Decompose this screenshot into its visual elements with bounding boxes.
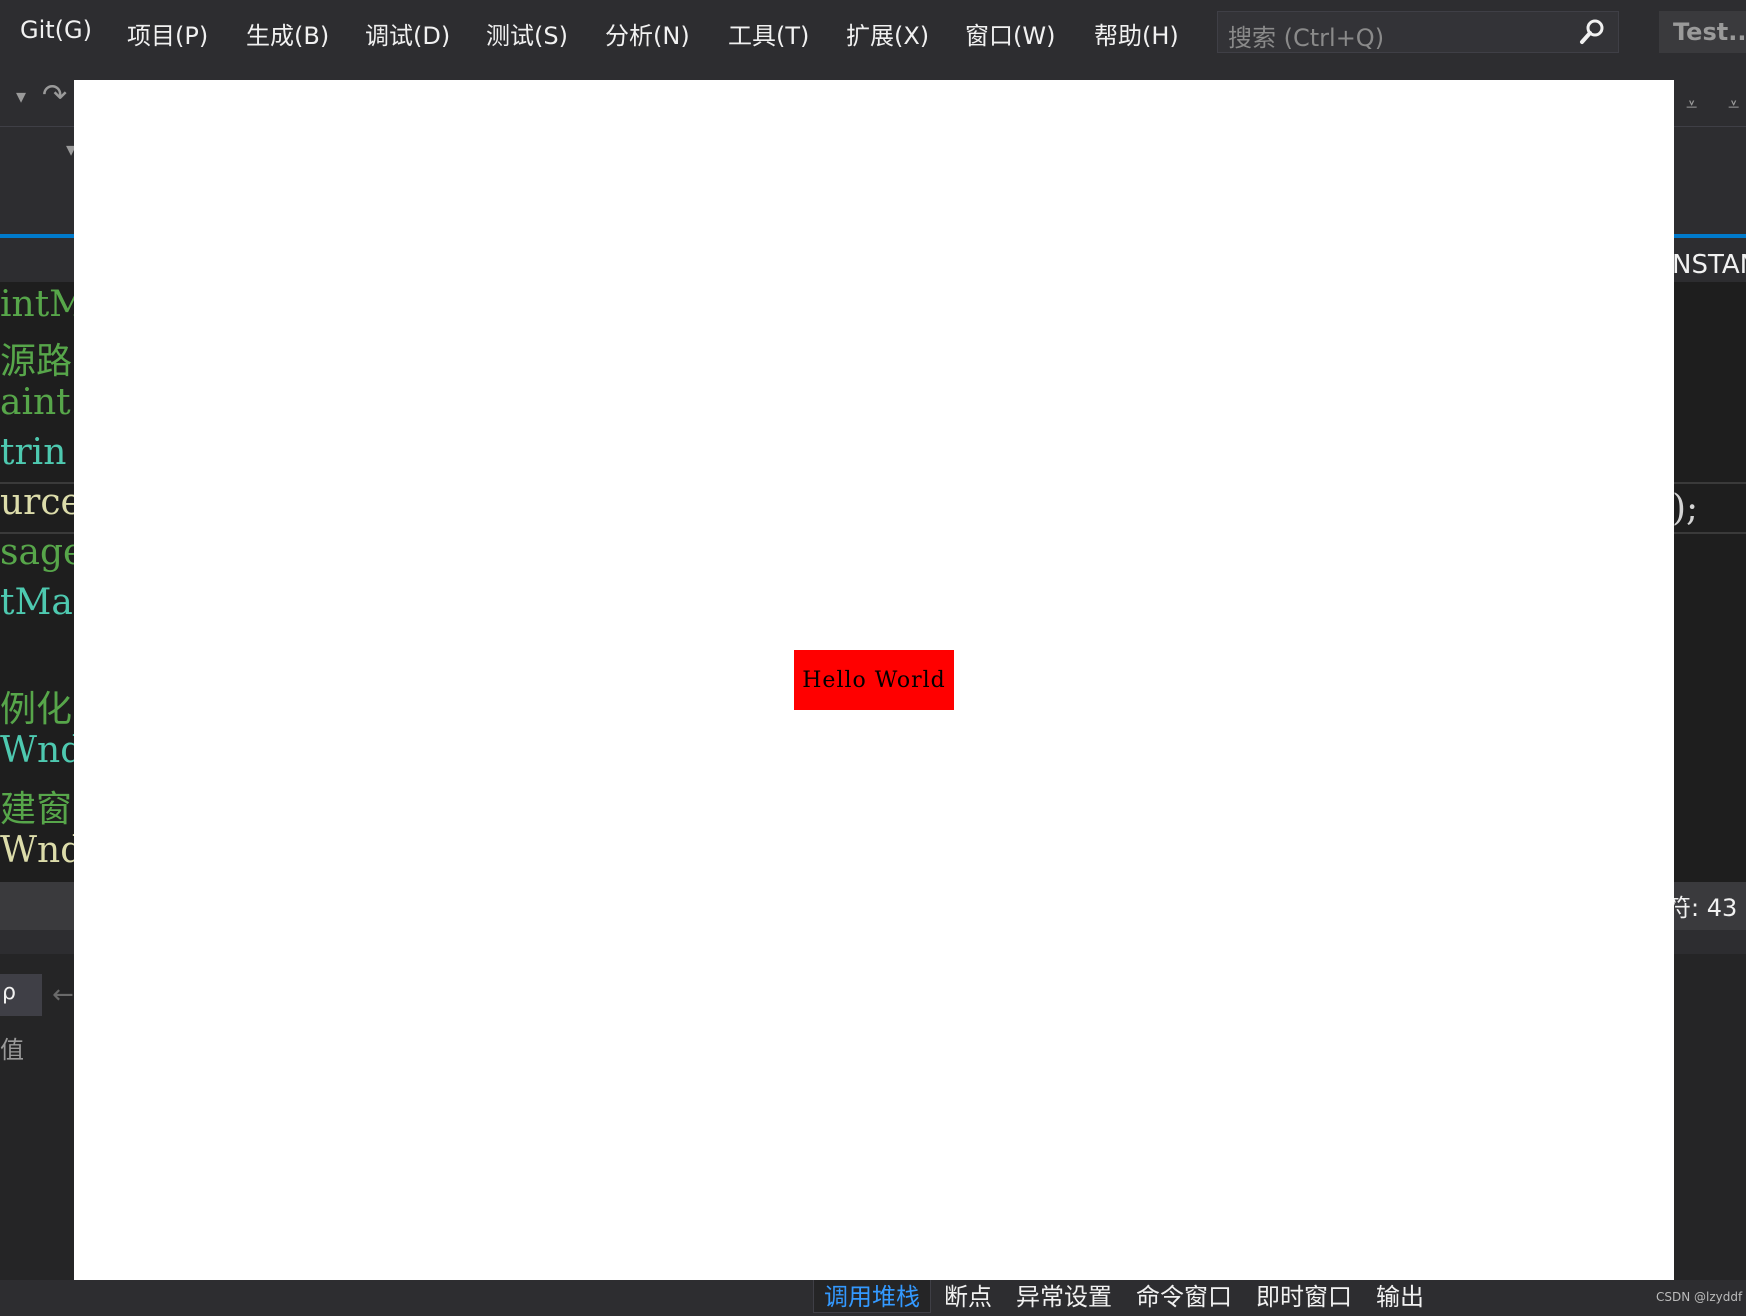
dropdown-arrow-icon[interactable]: ▾ (16, 84, 26, 108)
bottom-tab-bar: 调用堆栈 断点 异常设置 命令窗口 即时窗口 输出 CSDN @lzyddf (0, 1277, 1746, 1316)
search-combo-icon: ρ (2, 980, 16, 1005)
code-line: sage (0, 532, 85, 573)
code-line-tail: ); (1672, 488, 1699, 529)
menu-build[interactable]: 生成(B) (246, 16, 329, 51)
app-window-client-area[interactable]: Hello World (74, 80, 1674, 1280)
code-line: trin (0, 432, 67, 473)
solution-title-text: Test... (1673, 18, 1746, 46)
toolbar-overflow-icon-2[interactable]: ⩡ (1728, 92, 1739, 116)
hello-world-button[interactable]: Hello World (794, 650, 954, 710)
search-depth-combo[interactable]: ρ (0, 974, 42, 1016)
member-dropdown-text[interactable]: NSTAN (1672, 250, 1746, 280)
menu-analyze[interactable]: 分析(N) (605, 16, 690, 51)
solution-title[interactable]: Test... (1659, 11, 1746, 53)
menu-extensions[interactable]: 扩展(X) (846, 16, 929, 51)
tab-command-window[interactable]: 命令窗口 (1136, 1277, 1232, 1312)
code-line: 例化 (0, 689, 73, 730)
menu-tools[interactable]: 工具(T) (728, 16, 809, 51)
tab-output[interactable]: 输出 (1376, 1277, 1424, 1312)
menu-debug[interactable]: 调试(D) (365, 16, 450, 51)
tab-breakpoints[interactable]: 断点 (944, 1277, 992, 1312)
code-line: 建窗 (0, 789, 73, 830)
menu-git[interactable]: Git(G) (20, 16, 92, 44)
tab-exception-settings[interactable]: 异常设置 (1016, 1277, 1112, 1312)
code-line: aint (0, 382, 71, 423)
menu-bar: Git(G) 项目(P) 生成(B) 调试(D) 测试(S) 分析(N) 工具(… (0, 0, 1746, 70)
search-input[interactable]: 搜索 (Ctrl+Q) (1217, 11, 1619, 53)
back-arrow-icon[interactable]: ← (52, 980, 74, 1010)
menu-test[interactable]: 测试(S) (486, 16, 568, 51)
search-placeholder: 搜索 (Ctrl+Q) (1228, 24, 1385, 52)
cursor-position: 符: 43 (1667, 894, 1738, 922)
column-header-value: 值 (0, 1036, 24, 1064)
watermark-text: CSDN @lzyddf (1656, 1290, 1743, 1304)
menu-project[interactable]: 项目(P) (127, 16, 208, 51)
menu-help[interactable]: 帮助(H) (1094, 16, 1179, 51)
code-line: 源路 (0, 341, 73, 382)
hello-world-label: Hello World (802, 667, 946, 693)
tab-call-stack[interactable]: 调用堆栈 (813, 1277, 931, 1313)
search-icon[interactable] (1578, 18, 1606, 46)
code-line: urce (0, 482, 82, 523)
toolbar-overflow-icon[interactable]: ⩡ (1686, 92, 1697, 116)
tab-immediate-window[interactable]: 即时窗口 (1256, 1277, 1352, 1312)
redo-icon[interactable]: ↷ (42, 78, 67, 113)
menu-window[interactable]: 窗口(W) (965, 16, 1055, 51)
